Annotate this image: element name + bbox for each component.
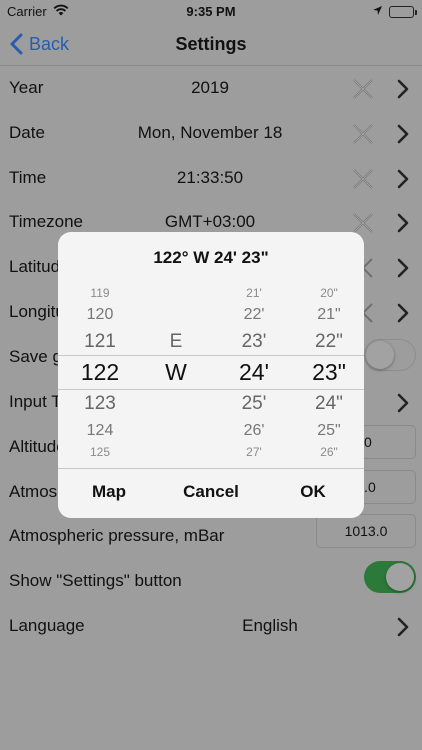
clear-icon[interactable] bbox=[352, 168, 374, 190]
picker-item: 21" bbox=[317, 306, 341, 323]
row-value: Mon, November 18 bbox=[137, 123, 283, 142]
clock: 9:35 PM bbox=[186, 4, 236, 19]
picker-item: 27' bbox=[246, 445, 262, 459]
picker-item: E bbox=[169, 331, 183, 352]
minutes-wheel[interactable]: 21' 22' 23' 24' 25' 26' 27' bbox=[228, 282, 280, 468]
navigation-bar: Back Settings bbox=[0, 22, 422, 66]
picker-item: 25" bbox=[317, 422, 341, 439]
picker-item: 25' bbox=[241, 393, 267, 414]
ok-button[interactable]: OK bbox=[278, 482, 348, 502]
dialog-divider bbox=[58, 468, 364, 469]
settings-row-date[interactable]: Date Mon, November 18 bbox=[0, 111, 422, 155]
row-label: Time bbox=[9, 168, 47, 187]
chevron-right-icon[interactable] bbox=[396, 302, 410, 324]
settings-row-language[interactable]: Language English bbox=[0, 604, 422, 648]
picker-item-selected: 23" bbox=[312, 359, 346, 385]
chevron-right-icon[interactable] bbox=[396, 168, 410, 190]
row-value: GMT+03:00 bbox=[164, 212, 256, 231]
picker-item: 24" bbox=[315, 393, 343, 414]
picker-item: 26' bbox=[243, 422, 265, 439]
row-value: 21:33:50 bbox=[176, 168, 244, 187]
show-settings-toggle[interactable] bbox=[364, 561, 416, 593]
settings-row-time[interactable]: Time 21:33:50 bbox=[0, 156, 422, 200]
row-label: Year bbox=[9, 78, 44, 97]
picker-item-selected: 24' bbox=[239, 359, 269, 385]
picker-item: 23' bbox=[241, 331, 267, 352]
picker-item: 21' bbox=[246, 286, 262, 300]
picker-item: 120 bbox=[86, 306, 114, 323]
chevron-right-icon[interactable] bbox=[396, 212, 410, 234]
row-label: Language bbox=[9, 616, 85, 635]
chevron-right-icon[interactable] bbox=[396, 123, 410, 145]
row-label: Show "Settings" button bbox=[9, 571, 182, 590]
battery-icon bbox=[389, 6, 417, 18]
seconds-wheel[interactable]: 20" 21" 22" 23" 24" 25" 26" bbox=[302, 282, 356, 468]
direction-wheel[interactable]: E W bbox=[154, 282, 198, 468]
picker-item: 20" bbox=[320, 286, 338, 300]
location-arrow-icon bbox=[372, 4, 383, 19]
settings-row-show-settings: Show "Settings" button bbox=[0, 559, 422, 603]
picker-item: 125 bbox=[89, 445, 111, 459]
chevron-right-icon[interactable] bbox=[396, 392, 410, 414]
chevron-right-icon[interactable] bbox=[396, 616, 410, 638]
picker-item-selected: 122 bbox=[80, 359, 120, 385]
pressure-field[interactable]: 1013.0 bbox=[316, 514, 416, 548]
picker-item: 123 bbox=[84, 393, 116, 414]
settings-row-year[interactable]: Year 2019 bbox=[0, 66, 422, 110]
row-value: 2019 bbox=[191, 78, 229, 97]
picker-item: 121 bbox=[84, 331, 116, 352]
picker-item: 22' bbox=[243, 306, 265, 323]
cancel-button[interactable]: Cancel bbox=[172, 482, 250, 502]
picker-item: 26" bbox=[320, 445, 338, 459]
page-title: Settings bbox=[175, 34, 247, 54]
chevron-right-icon[interactable] bbox=[396, 78, 410, 100]
dialog-title: 122° W 24' 23" bbox=[153, 248, 269, 267]
map-button[interactable]: Map bbox=[72, 482, 146, 502]
coordinate-picker-dialog: 122° W 24' 23" 119 120 121 122 123 124 1… bbox=[58, 232, 364, 518]
coordinate-picker[interactable]: 119 120 121 122 123 124 125 E W 21' 22' … bbox=[58, 282, 364, 468]
picker-item: 124 bbox=[86, 422, 114, 439]
picker-item: 22" bbox=[315, 331, 343, 352]
save-geo-toggle[interactable] bbox=[364, 339, 416, 371]
row-label: Date bbox=[9, 123, 45, 142]
status-bar: Carrier 9:35 PM bbox=[0, 0, 422, 22]
row-value: English bbox=[242, 616, 298, 635]
picker-item-selected: W bbox=[165, 359, 187, 385]
clear-icon[interactable] bbox=[352, 78, 374, 100]
clear-icon[interactable] bbox=[352, 123, 374, 145]
row-label: Atmospheric pressure, mBar bbox=[9, 526, 225, 545]
row-label: Timezone bbox=[9, 212, 84, 231]
settings-row-pressure: Atmospheric pressure, mBar 1013.0 bbox=[0, 514, 422, 558]
chevron-right-icon[interactable] bbox=[396, 257, 410, 279]
clear-icon[interactable] bbox=[352, 212, 374, 234]
degrees-wheel[interactable]: 119 120 121 122 123 124 125 bbox=[72, 282, 128, 468]
row-label: Atmos bbox=[9, 482, 58, 501]
picker-item: 119 bbox=[90, 286, 110, 300]
